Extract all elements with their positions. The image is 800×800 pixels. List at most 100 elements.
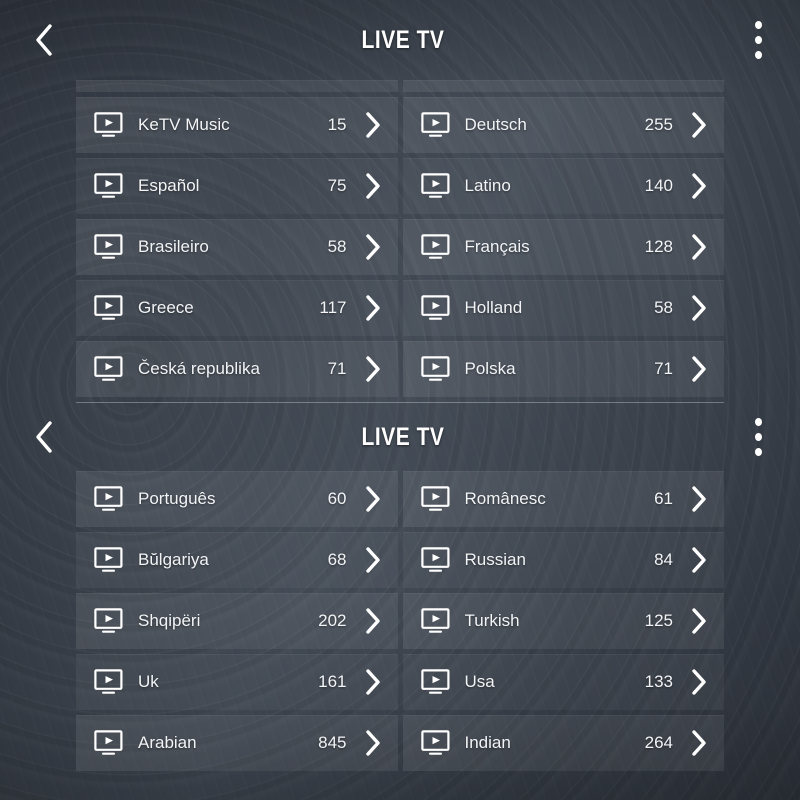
channel-name: KeTV Music bbox=[138, 115, 230, 134]
channel-count: 58 bbox=[327, 237, 347, 256]
chevron-right-icon[interactable] bbox=[365, 294, 382, 322]
table-row[interactable]: Français 128 bbox=[402, 219, 724, 275]
channel-name: Turkish bbox=[464, 611, 520, 630]
channel-count: 133 bbox=[644, 672, 673, 691]
channel-count: 61 bbox=[654, 489, 673, 508]
chevron-right-icon[interactable] bbox=[691, 294, 708, 322]
overflow-menu-button[interactable] bbox=[734, 12, 782, 68]
chevron-right-icon[interactable] bbox=[691, 233, 708, 261]
channel-count: 60 bbox=[327, 489, 347, 508]
channel-name: Shqipëri bbox=[138, 611, 201, 630]
table-row-pair: Uk 161 Usa 133 bbox=[76, 654, 724, 710]
table-row-pair: Arabian 845 Indian 264 bbox=[76, 715, 724, 771]
channel-count: 58 bbox=[654, 298, 673, 317]
table-row-pair: Greece 117 Holland 58 bbox=[76, 280, 724, 336]
live-tv-section-2: LIVE TV Português 60 Românesc 61 Bŭlgariya 68… bbox=[0, 403, 800, 771]
tv-play-icon bbox=[94, 608, 124, 634]
table-row[interactable]: Russian 84 bbox=[402, 532, 724, 588]
table-row-pair: Shqipëri 202 Turkish 125 bbox=[76, 593, 724, 649]
chevron-right-icon[interactable] bbox=[691, 485, 708, 513]
tv-play-icon bbox=[420, 295, 451, 321]
tv-play-icon bbox=[420, 173, 451, 199]
table-row[interactable]: Holland 58 bbox=[402, 280, 724, 336]
chevron-right-icon[interactable] bbox=[365, 546, 382, 574]
tv-play-icon bbox=[94, 730, 124, 756]
tv-play-icon bbox=[420, 486, 451, 512]
tv-play-icon bbox=[420, 112, 451, 138]
channel-count: 845 bbox=[318, 733, 347, 752]
overflow-menu-icon-dot-3 bbox=[754, 51, 762, 59]
table-row[interactable]: Latino 140 bbox=[402, 158, 724, 214]
chevron-right-icon[interactable] bbox=[365, 111, 382, 139]
table-row[interactable]: Uk 161 bbox=[76, 654, 398, 710]
chevron-right-icon[interactable] bbox=[691, 546, 708, 574]
app-header-2: LIVE TV bbox=[0, 403, 800, 471]
table-row-pair: Bŭlgariya 68 Russian 84 bbox=[76, 532, 724, 588]
table-row-pair: Česká republika 71 Polska 71 bbox=[76, 341, 724, 397]
table-row[interactable]: Indian 264 bbox=[402, 715, 724, 771]
tv-play-icon bbox=[420, 547, 451, 573]
channel-count: 117 bbox=[319, 298, 347, 317]
table-row[interactable]: Usa 133 bbox=[402, 654, 724, 710]
page-title-1: LIVE TV bbox=[361, 25, 445, 54]
channel-count: 128 bbox=[644, 237, 673, 256]
chevron-left-icon bbox=[34, 420, 54, 454]
channel-count: 84 bbox=[654, 550, 673, 569]
table-row[interactable]: Bŭlgariya 68 bbox=[76, 532, 398, 588]
back-button-2[interactable] bbox=[16, 409, 72, 465]
overflow-menu-icon bbox=[754, 418, 762, 426]
channel-count: 15 bbox=[327, 115, 347, 134]
partial-row-top bbox=[0, 80, 800, 92]
channel-name: Arabian bbox=[138, 733, 197, 752]
chevron-right-icon[interactable] bbox=[365, 668, 382, 696]
tv-play-icon bbox=[420, 356, 451, 382]
chevron-right-icon[interactable] bbox=[691, 607, 708, 635]
overflow-menu-icon bbox=[754, 21, 762, 29]
table-row[interactable]: Brasileiro 58 bbox=[76, 219, 398, 275]
channel-count: 75 bbox=[327, 176, 347, 195]
table-row-partial-right[interactable] bbox=[402, 80, 724, 92]
chevron-right-icon[interactable] bbox=[365, 729, 382, 757]
table-row-partial-left[interactable] bbox=[76, 80, 398, 92]
tv-play-icon bbox=[94, 547, 124, 573]
tv-play-icon bbox=[94, 295, 124, 321]
back-button[interactable] bbox=[16, 12, 72, 68]
channel-name: Bŭlgariya bbox=[138, 550, 209, 569]
chevron-right-icon[interactable] bbox=[365, 233, 382, 261]
chevron-right-icon[interactable] bbox=[365, 355, 382, 383]
channel-name: Português bbox=[138, 489, 216, 508]
table-row[interactable]: Polska 71 bbox=[402, 341, 724, 397]
chevron-right-icon[interactable] bbox=[365, 172, 382, 200]
table-row[interactable]: Deutsch 255 bbox=[402, 97, 724, 153]
channel-count: 71 bbox=[654, 359, 673, 378]
table-row[interactable]: Česká republika 71 bbox=[76, 341, 398, 397]
app-header-1: LIVE TV bbox=[0, 0, 800, 80]
overflow-menu-button-2[interactable] bbox=[734, 409, 782, 465]
tv-play-icon bbox=[94, 486, 124, 512]
channel-name: Românesc bbox=[464, 489, 546, 508]
channel-count: 161 bbox=[318, 672, 347, 691]
chevron-right-icon[interactable] bbox=[691, 111, 708, 139]
channel-name: Indian bbox=[464, 733, 511, 752]
tv-play-icon bbox=[420, 730, 451, 756]
chevron-right-icon[interactable] bbox=[691, 668, 708, 696]
chevron-right-icon[interactable] bbox=[365, 607, 382, 635]
table-row[interactable]: KeTV Music 15 bbox=[76, 97, 398, 153]
channel-count: 125 bbox=[644, 611, 673, 630]
overflow-menu-icon-dot-2 bbox=[754, 36, 762, 44]
table-row[interactable]: Greece 117 bbox=[76, 280, 398, 336]
table-row[interactable]: Shqipëri 202 bbox=[76, 593, 398, 649]
tv-play-icon bbox=[420, 669, 451, 695]
table-row[interactable]: Português 60 bbox=[76, 471, 398, 527]
channel-name: Latino bbox=[464, 176, 511, 195]
tv-play-icon bbox=[94, 234, 124, 260]
chevron-right-icon[interactable] bbox=[691, 729, 708, 757]
chevron-right-icon[interactable] bbox=[365, 485, 382, 513]
table-row[interactable]: Turkish 125 bbox=[402, 593, 724, 649]
chevron-right-icon[interactable] bbox=[691, 355, 708, 383]
chevron-right-icon[interactable] bbox=[691, 172, 708, 200]
table-row[interactable]: Arabian 845 bbox=[76, 715, 398, 771]
channel-grid-1: KeTV Music 15 Deutsch 255 Español 75 Latino 140… bbox=[0, 97, 800, 397]
table-row[interactable]: Español 75 bbox=[76, 158, 398, 214]
table-row[interactable]: Românesc 61 bbox=[402, 471, 724, 527]
